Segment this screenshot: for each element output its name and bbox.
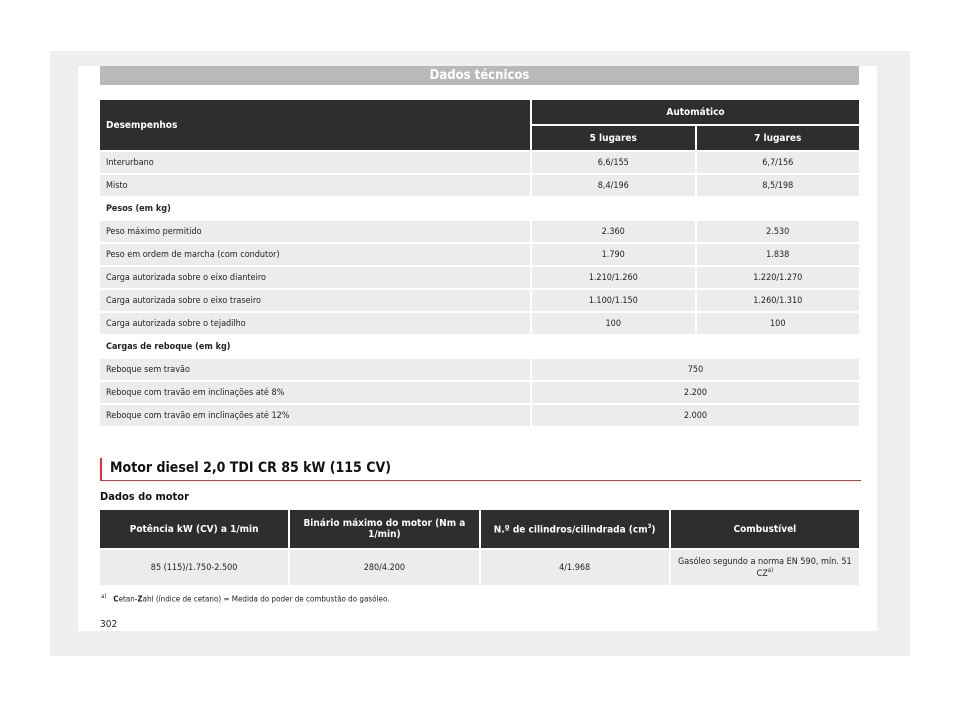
row-value: 2.000 [532, 405, 859, 426]
sub-header-5-lugares: 5 lugares [532, 126, 695, 150]
table-row: Interurbano 6,6/155 6,7/156 [100, 152, 859, 173]
row-value-5: 8,4/196 [532, 175, 695, 196]
header-cylinders-text: N.º de cilindros/cilindrada (cm [493, 524, 648, 536]
table-row: Carga autorizada sobre o tejadilho 100 1… [100, 313, 859, 334]
section-row-pesos: Pesos (em kg) [100, 198, 859, 219]
row-value-7: 1.260/1.310 [696, 290, 859, 311]
table-row: Reboque com travão em inclinações até 8%… [100, 382, 859, 403]
section-title: Motor diesel 2,0 TDI CR 85 kW (115 CV) [100, 458, 861, 481]
page-header: Dados técnicos [100, 66, 859, 85]
footnote-marker: a) [101, 593, 107, 600]
footnote-etan: etan- [118, 594, 138, 604]
row-value-5: 6,6/155 [532, 152, 695, 173]
table-row: Peso máximo permitido 2.360 2.530 [100, 221, 859, 242]
table-row: Reboque sem travão 750 [100, 359, 859, 380]
row-label: Peso máximo permitido [100, 221, 530, 242]
row-value-7: 6,7/156 [696, 152, 859, 173]
header-torque: Binário máximo do motor (Nm a 1/min) [290, 510, 479, 548]
table-row: Misto 8,4/196 8,5/198 [100, 175, 859, 196]
header-cylinders-end: ) [651, 524, 656, 536]
row-value-5: 2.360 [532, 221, 695, 242]
engine-data-subtitle: Dados do motor [100, 490, 189, 503]
row-label: Carga autorizada sobre o eixo traseiro [100, 290, 530, 311]
row-value-7: 100 [696, 313, 859, 334]
table-row: Peso em ordem de marcha (com condutor) 1… [100, 244, 859, 265]
footnote: a) Cetan-Zahl (índice de cetano) = Medid… [101, 593, 390, 604]
col-header-desempenhos: Desempenhos [100, 100, 530, 150]
group-header-automatico: Automático [532, 100, 859, 124]
row-label: Reboque com travão em inclinações até 8% [100, 382, 530, 403]
row-value-5: 1.100/1.150 [532, 290, 695, 311]
row-value-7: 8,5/198 [696, 175, 859, 196]
section-label: Cargas de reboque (em kg) [100, 336, 859, 357]
row-value: 750 [532, 359, 859, 380]
header-cylinders: N.º de cilindros/cilindrada (cm3) [480, 510, 669, 548]
row-label: Reboque sem travão [100, 359, 530, 380]
section-label: Pesos (em kg) [100, 198, 859, 219]
row-value-5: 1.790 [532, 244, 695, 265]
header-power: Potência kW (CV) a 1/min [100, 510, 289, 548]
value-fuel: Gasóleo segundo a norma EN 590, mín. 51 … [670, 550, 859, 585]
row-value-7: 1.838 [696, 244, 859, 265]
row-label: Reboque com travão em inclinações até 12… [100, 405, 530, 426]
value-fuel-text: Gasóleo segundo a norma EN 590, mín. 51 … [678, 556, 852, 579]
engine-data-table: Potência kW (CV) a 1/min Binário máximo … [98, 508, 861, 587]
row-label: Peso em ordem de marcha (com condutor) [100, 244, 530, 265]
value-cylinders: 4/1.968 [480, 550, 669, 585]
row-label: Misto [100, 175, 530, 196]
row-value-7: 2.530 [696, 221, 859, 242]
header-fuel: Combustível [670, 510, 859, 548]
row-value: 2.200 [532, 382, 859, 403]
page-number: 302 [100, 619, 118, 630]
row-value-5: 1.210/1.260 [532, 267, 695, 288]
performance-weights-table: Desempenhos Automático 5 lugares 7 lugar… [98, 98, 861, 428]
section-row-reboque: Cargas de reboque (em kg) [100, 336, 859, 357]
row-label: Carga autorizada sobre o tejadilho [100, 313, 530, 334]
footnote-rest: ahl (índice de cetano) = Medida do poder… [142, 594, 390, 604]
value-fuel-sup: a) [767, 566, 774, 574]
value-power: 85 (115)/1.750-2.500 [100, 550, 289, 585]
row-value-5: 100 [532, 313, 695, 334]
table-row: Reboque com travão em inclinações até 12… [100, 405, 859, 426]
row-value-7: 1.220/1.270 [696, 267, 859, 288]
value-torque: 280/4.200 [290, 550, 479, 585]
row-label: Interurbano [100, 152, 530, 173]
table-row: Carga autorizada sobre o eixo traseiro 1… [100, 290, 859, 311]
section-title-text: Motor diesel 2,0 TDI CR 85 kW (115 CV) [110, 460, 391, 476]
sub-header-7-lugares: 7 lugares [696, 126, 859, 150]
table-row: Carga autorizada sobre o eixo dianteiro … [100, 267, 859, 288]
row-label: Carga autorizada sobre o eixo dianteiro [100, 267, 530, 288]
table-row: 85 (115)/1.750-2.500 280/4.200 4/1.968 G… [100, 550, 859, 585]
